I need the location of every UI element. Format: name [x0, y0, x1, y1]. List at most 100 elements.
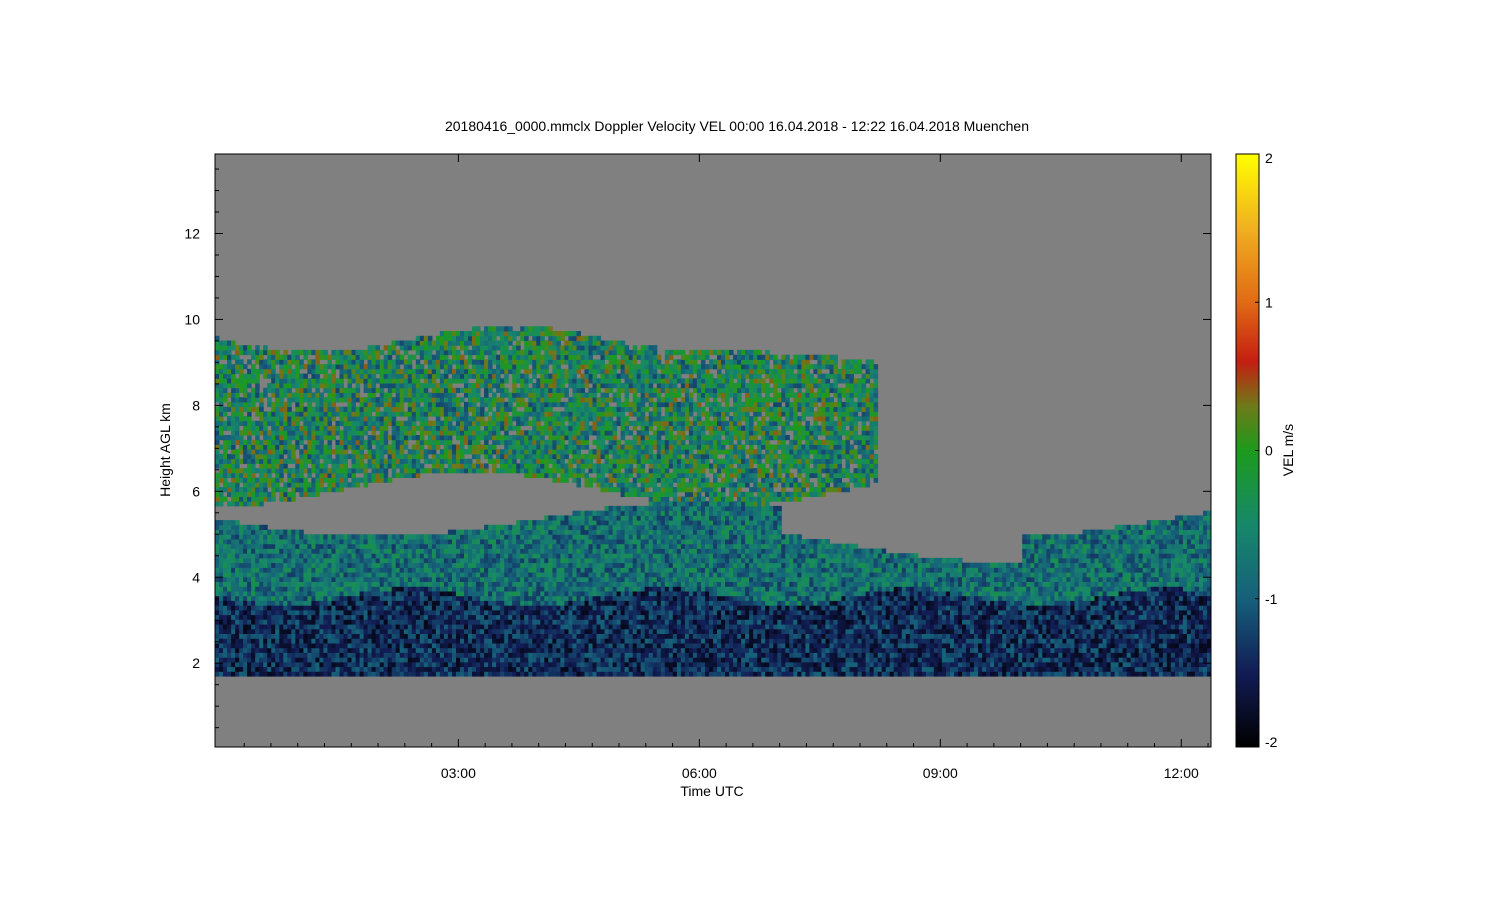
velocity-cell	[500, 666, 505, 672]
velocity-cell	[319, 600, 324, 606]
velocity-cell	[295, 444, 300, 450]
velocity-cell	[447, 468, 453, 474]
velocity-cell	[532, 364, 537, 370]
velocity-cell	[315, 557, 320, 564]
velocity-cell	[227, 373, 232, 379]
velocity-cell	[528, 666, 533, 672]
velocity-cell	[291, 453, 296, 460]
velocity-cell	[452, 548, 457, 554]
velocity-cell	[452, 567, 457, 573]
velocity-cell	[528, 657, 533, 663]
velocity-cell	[375, 600, 381, 606]
velocity-cell	[488, 605, 493, 611]
velocity-cell	[239, 647, 244, 653]
velocity-cell	[335, 383, 340, 389]
velocity-cell	[355, 652, 361, 658]
velocity-cell	[460, 595, 465, 601]
velocity-cell	[512, 368, 517, 375]
velocity-cell	[359, 581, 365, 587]
velocity-cell	[307, 614, 312, 620]
velocity-cell	[544, 647, 549, 653]
velocity-cell	[435, 605, 441, 611]
velocity-cell	[387, 349, 393, 356]
velocity-cell	[267, 468, 272, 474]
velocity-cell	[375, 449, 381, 455]
velocity-cell	[540, 435, 545, 441]
velocity-cell	[399, 562, 405, 568]
velocity-cell	[331, 567, 336, 573]
velocity-cell	[447, 624, 453, 630]
velocity-cell	[287, 430, 292, 436]
velocity-cell	[512, 524, 517, 530]
velocity-cell	[468, 340, 473, 346]
velocity-cell	[548, 439, 553, 445]
velocity-cell	[407, 354, 413, 360]
velocity-cell	[279, 548, 284, 554]
velocity-cell	[255, 444, 260, 450]
velocity-cell	[271, 609, 276, 616]
velocity-cell	[464, 605, 469, 611]
velocity-cell	[291, 548, 296, 554]
velocity-cell	[399, 444, 405, 450]
velocity-cell	[472, 368, 477, 375]
velocity-cell	[263, 548, 268, 554]
velocity-cell	[263, 524, 268, 530]
velocity-cell	[419, 581, 425, 587]
velocity-cell	[239, 435, 244, 441]
velocity-cell	[552, 586, 557, 592]
velocity-cell	[532, 614, 537, 620]
velocity-cell	[251, 468, 256, 474]
velocity-cell	[327, 534, 332, 540]
velocity-cell	[375, 539, 381, 545]
velocity-cell	[476, 458, 481, 464]
velocity-cell	[496, 657, 501, 663]
velocity-cell	[287, 392, 292, 398]
velocity-cell	[468, 595, 473, 601]
velocity-cell	[536, 378, 541, 384]
velocity-cell	[303, 576, 308, 582]
velocity-cell	[484, 524, 489, 530]
velocity-cell	[267, 435, 272, 441]
velocity-cell	[399, 609, 405, 616]
velocity-cell	[439, 397, 445, 403]
velocity-cell	[275, 529, 280, 535]
velocity-cell	[456, 349, 461, 356]
velocity-cell	[215, 444, 220, 450]
velocity-cell	[427, 581, 433, 587]
velocity-cell	[259, 614, 264, 620]
velocity-cell	[223, 624, 228, 630]
velocity-cell	[251, 501, 256, 507]
velocity-cell	[472, 548, 477, 554]
velocity-cell	[271, 628, 276, 634]
velocity-cell	[532, 340, 537, 346]
velocity-cell	[275, 397, 280, 403]
velocity-cell	[496, 468, 501, 474]
velocity-cell	[215, 354, 220, 360]
velocity-cell	[431, 614, 437, 620]
velocity-cell	[335, 652, 340, 658]
velocity-cell	[371, 581, 377, 587]
velocity-cell	[283, 406, 288, 412]
velocity-cell	[247, 591, 252, 597]
velocity-cell	[480, 661, 485, 668]
velocity-cell	[423, 406, 429, 412]
velocity-cell	[227, 435, 232, 441]
velocity-cell	[472, 340, 477, 346]
velocity-cell	[287, 652, 292, 658]
velocity-cell	[415, 652, 421, 658]
velocity-cell	[259, 647, 264, 653]
velocity-cell	[544, 614, 549, 620]
velocity-cell	[476, 335, 481, 341]
velocity-cell	[271, 368, 276, 375]
velocity-cell	[472, 411, 477, 417]
velocity-cell	[367, 619, 373, 625]
velocity-cell	[259, 666, 264, 672]
velocity-cell	[287, 477, 292, 483]
velocity-cell	[351, 430, 356, 436]
velocity-cell	[331, 435, 336, 441]
velocity-cell	[255, 572, 260, 578]
velocity-cell	[267, 586, 272, 592]
velocity-cell	[347, 411, 352, 417]
velocity-cell	[439, 449, 445, 455]
velocity-cell	[351, 624, 356, 630]
